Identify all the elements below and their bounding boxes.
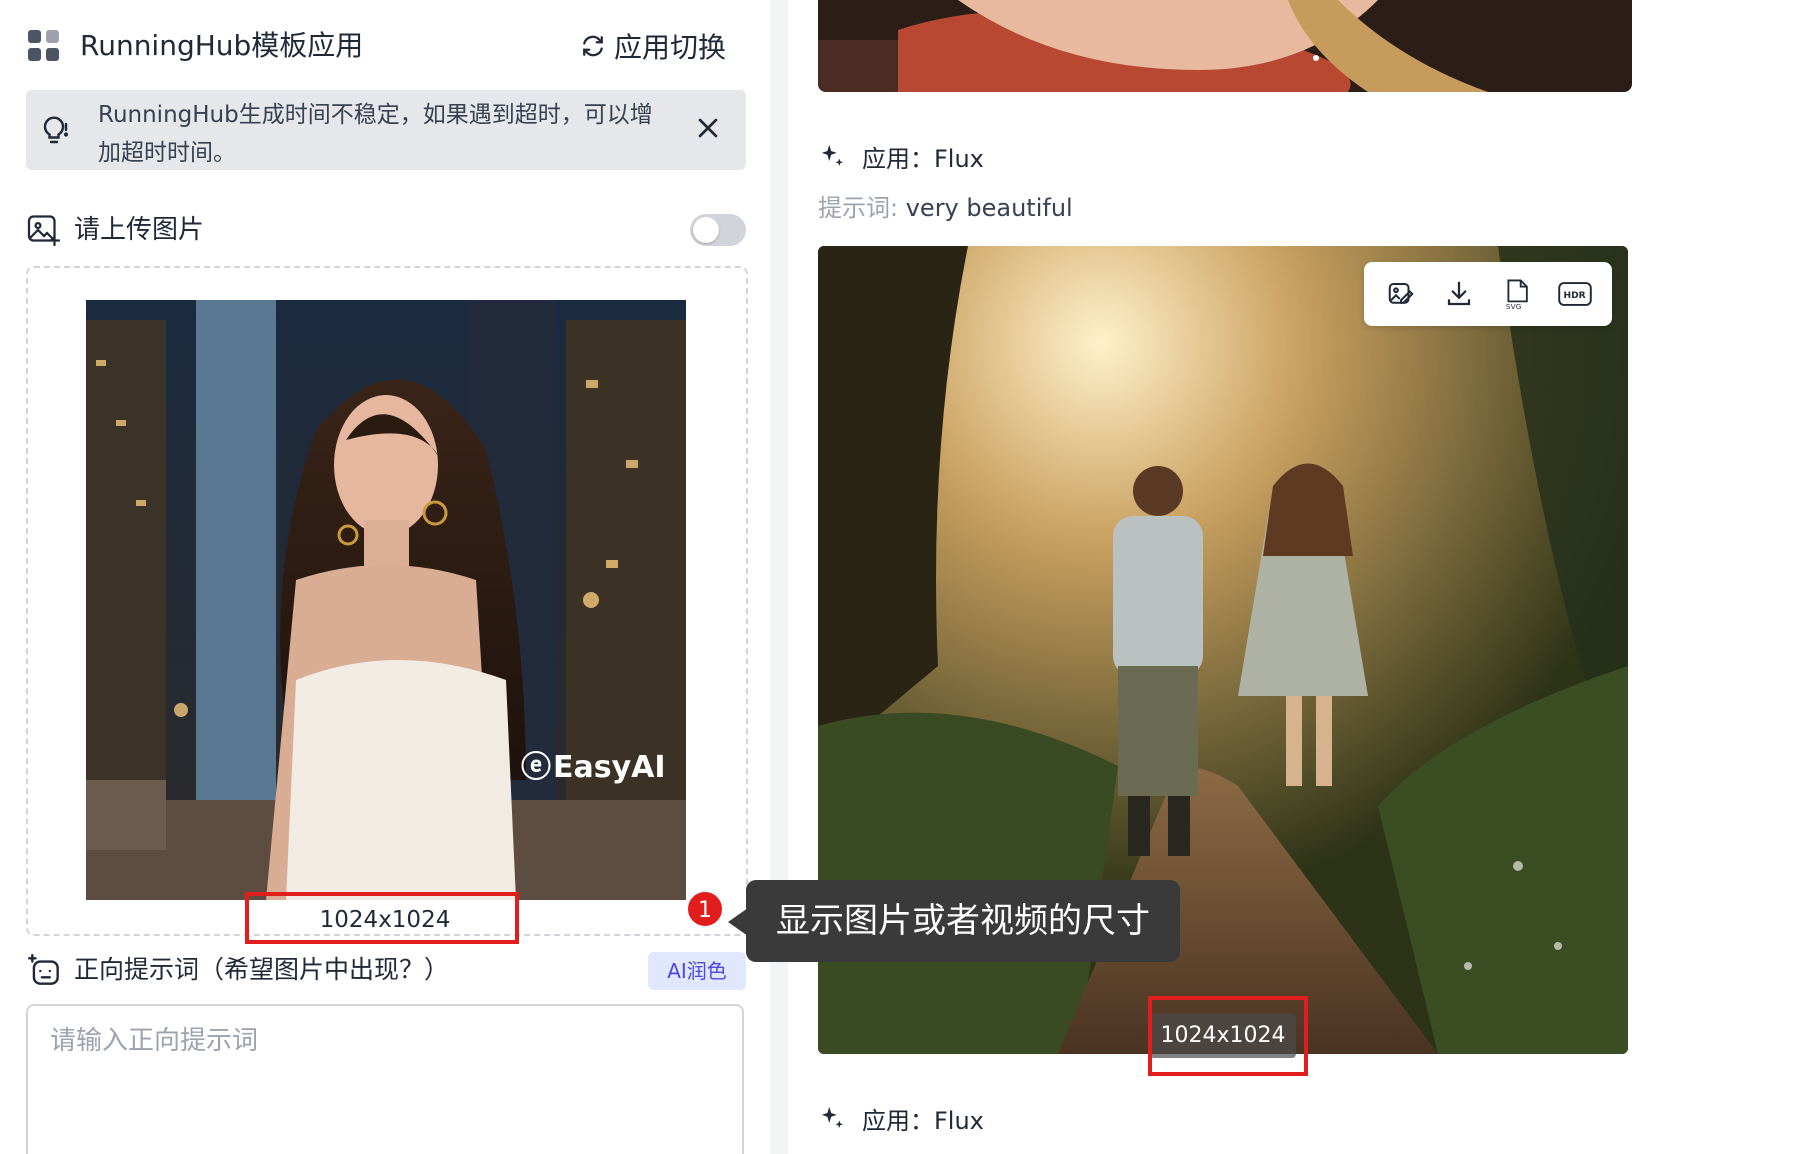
highlight-box [1148, 996, 1308, 1076]
upload-label: 请上传图片 [74, 215, 205, 245]
prompt-input[interactable] [26, 1004, 744, 1154]
prompt-key: 提示词: [818, 194, 906, 222]
app-title: RunningHub模板应用 [80, 29, 364, 62]
hdr-button[interactable]: HDR [1555, 274, 1595, 314]
upload-toggle[interactable] [690, 214, 746, 246]
close-icon[interactable] [692, 112, 724, 144]
prompt-label: 正向提示词（希望图片中出现？） [74, 955, 450, 984]
edit-image-icon [1388, 283, 1414, 304]
timeout-notice: RunningHub生成时间不稳定，如果遇到超时，可以增加超时时间。 [26, 90, 746, 170]
uploaded-image-preview: ⓔ EasyAI [86, 300, 686, 900]
sparkle-face-icon [27, 953, 59, 985]
notice-text: RunningHub生成时间不稳定，如果遇到超时，可以增加超时时间。 [98, 102, 653, 166]
annotation-tooltip: 显示图片或者视频的尺寸 [746, 880, 1180, 962]
annotation-badge: 1 [686, 890, 724, 928]
woman-city-photo: ⓔ EasyAI [86, 300, 686, 900]
app-key: 应用： [862, 1106, 934, 1135]
result-app-row: 应用：Flux [818, 1098, 984, 1138]
prompt-value: very beautiful [905, 194, 1073, 222]
svg-text:HDR: HDR [1563, 291, 1585, 301]
app-key: 应用： [862, 144, 934, 173]
image-upload-icon [27, 215, 61, 247]
app-name: Flux [934, 144, 984, 173]
sparkle-icon [821, 1106, 843, 1128]
switch-icon [583, 35, 603, 57]
svg-file-icon: SVG [1506, 279, 1528, 310]
previous-result-image [818, 0, 1632, 92]
prev-image-crop [818, 0, 1632, 92]
app-grid-icon [28, 30, 60, 62]
tooltip-arrow [728, 908, 748, 936]
switch-app-label: 应用切换 [614, 31, 727, 64]
ai-polish-button[interactable]: AI润色 [648, 952, 746, 990]
download-button[interactable] [1439, 274, 1479, 314]
svg-export-button[interactable]: SVG [1497, 274, 1537, 314]
lightbulb-icon [43, 116, 69, 144]
result-prompt: 提示词: very beautiful [818, 190, 1073, 226]
prompt-section-header: 正向提示词（希望图片中出现？） AI润色 [26, 950, 746, 990]
upload-section-header: 请上传图片 [26, 210, 746, 250]
download-icon [1447, 281, 1471, 306]
svg-text:ⓔ: ⓔ [521, 750, 551, 785]
hdr-icon: HDR [1558, 282, 1592, 306]
svg-text:SVG: SVG [1506, 302, 1522, 310]
sparkle-icon [821, 144, 843, 166]
result-app-row: 应用：Flux [818, 136, 984, 176]
image-toolbar: SVG HDR [1364, 262, 1612, 326]
edit-image-button[interactable] [1381, 274, 1421, 314]
watermark: EasyAI [553, 750, 666, 785]
switch-app-button[interactable]: 应用切换 [578, 26, 726, 66]
highlight-box [245, 892, 519, 944]
app-name: Flux [934, 1106, 984, 1135]
toggle-knob [693, 217, 719, 243]
